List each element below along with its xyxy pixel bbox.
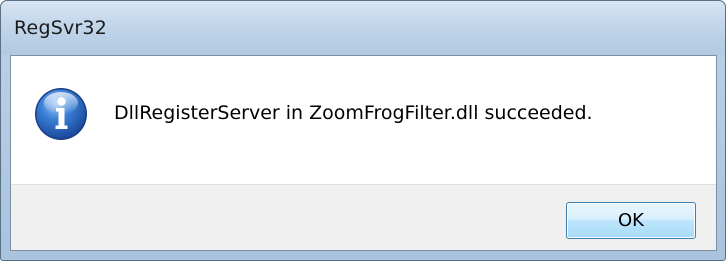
- message-area: DllRegisterServer in ZoomFrogFilter.dll …: [11, 56, 716, 184]
- dialog-body: DllRegisterServer in ZoomFrogFilter.dll …: [10, 55, 717, 251]
- ok-button[interactable]: OK: [566, 202, 696, 239]
- dialog-window: RegSvr32 DllRegisterServer in ZoomFrogFi…: [0, 0, 726, 261]
- title-bar[interactable]: RegSvr32: [1, 1, 725, 55]
- button-bar: OK: [11, 184, 716, 250]
- window-title: RegSvr32: [14, 17, 107, 39]
- message-text: DllRegisterServer in ZoomFrogFilter.dll …: [114, 102, 593, 124]
- information-icon: [35, 88, 87, 140]
